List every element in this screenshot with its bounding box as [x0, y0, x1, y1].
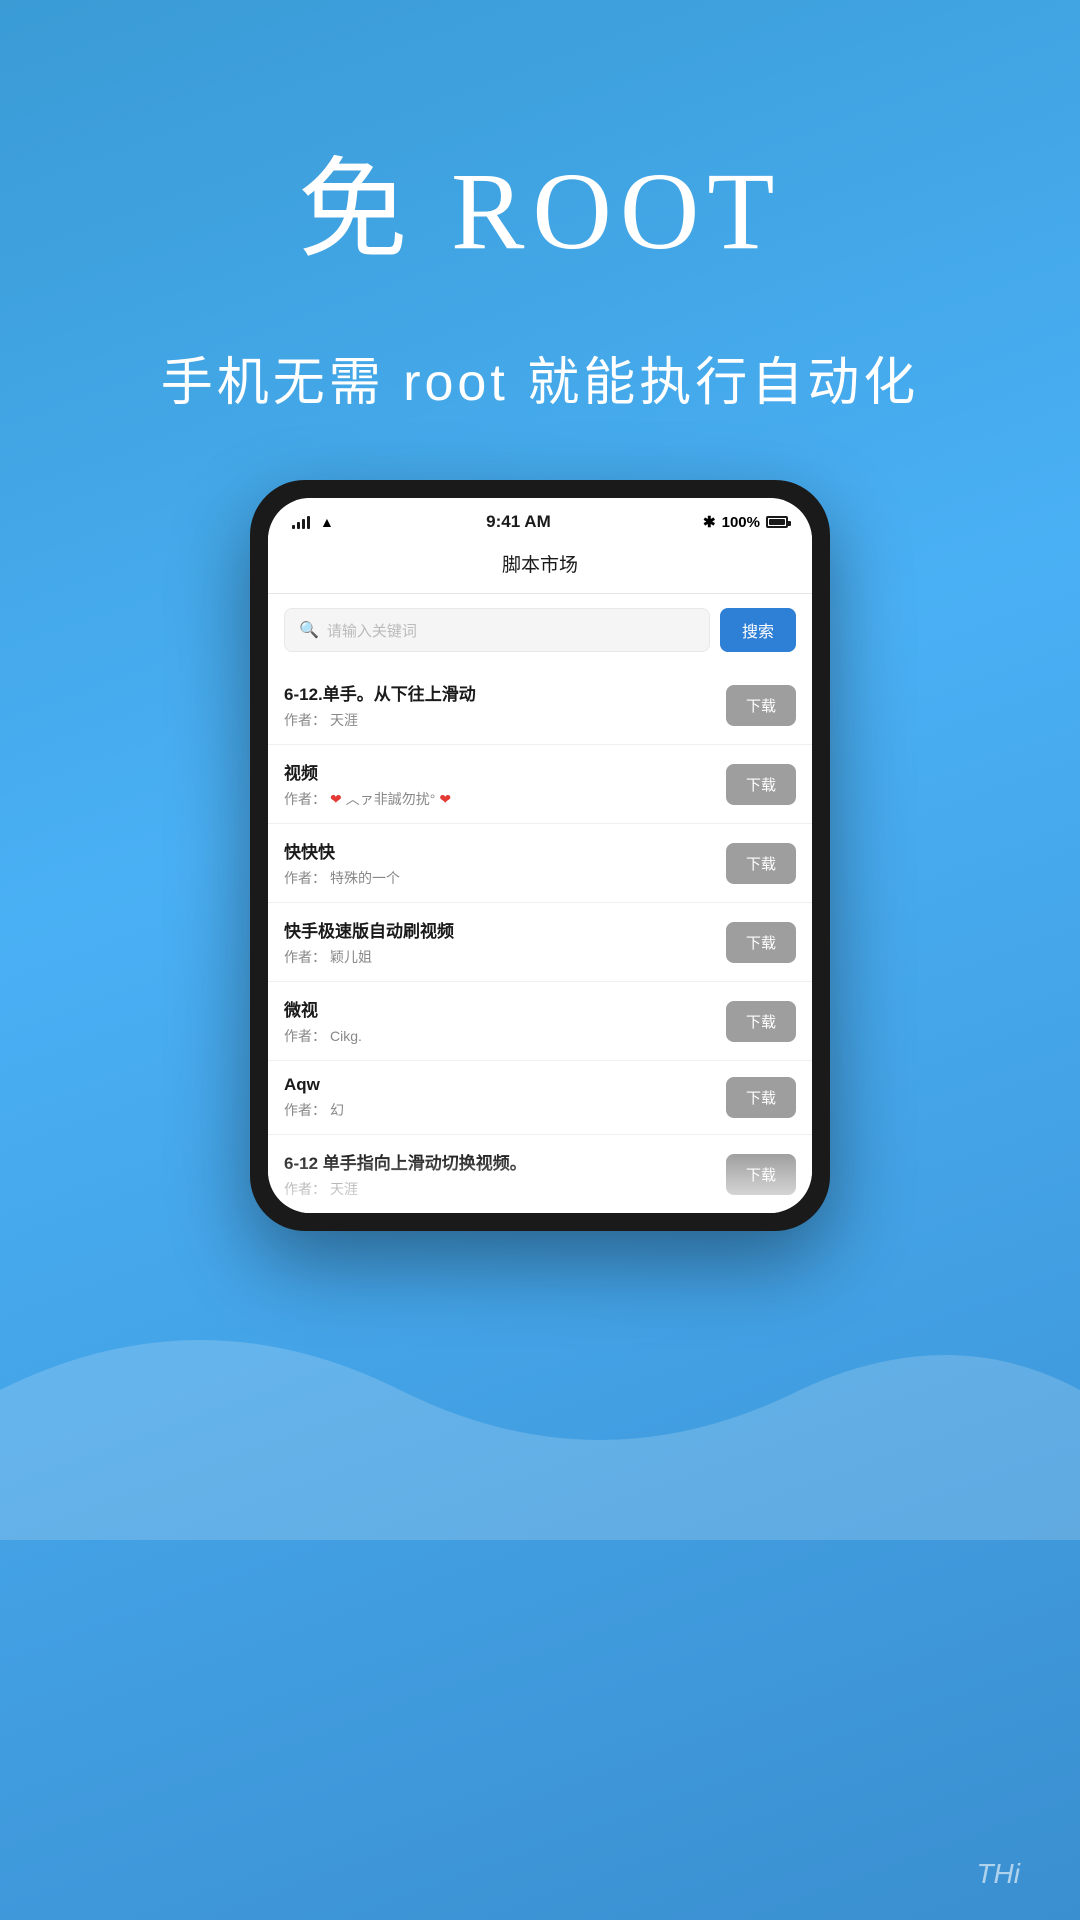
- list-item-content: 快手极速版自动刷视频 作者： 颖儿姐: [284, 917, 726, 967]
- bottom-label: THi: [976, 1858, 1020, 1890]
- nav-title: 脚本市场: [502, 555, 578, 576]
- hero-section: 免 ROOT 手机无需 root 就能执行自动化: [0, 0, 1080, 415]
- search-button[interactable]: 搜索: [720, 608, 796, 652]
- list-item-content: 快快快 作者： 特殊的一个: [284, 838, 726, 888]
- list-item: 快手极速版自动刷视频 作者： 颖儿姐 下载: [268, 903, 812, 982]
- list-item-title: 快手极速版自动刷视频: [284, 917, 726, 942]
- status-bar: ▲ 9:41 AM ✱ 100%: [268, 498, 812, 540]
- nav-bar: 脚本市场: [268, 540, 812, 594]
- status-time: 9:41 AM: [486, 512, 551, 532]
- search-input-wrapper[interactable]: 🔍 请输入关键词: [284, 608, 710, 652]
- list-item-author: 作者： 天涯: [284, 710, 726, 730]
- status-right: ✱ 100%: [703, 513, 788, 531]
- list-item-title: 微视: [284, 996, 726, 1021]
- hero-title: 免 ROOT: [0, 120, 1080, 280]
- list-item-content: 视频 作者： ❤ ︿ァ非誠勿扰° ❤: [284, 759, 726, 809]
- list-item: 快快快 作者： 特殊的一个 下载: [268, 824, 812, 903]
- list-item-author: 作者： 颖儿姐: [284, 947, 726, 967]
- list-item: Aqw 作者： 幻 下载: [268, 1061, 812, 1135]
- bottom-fade: [268, 1153, 812, 1213]
- list-item: 视频 作者： ❤ ︿ァ非誠勿扰° ❤ 下载: [268, 745, 812, 824]
- wifi-icon: ▲: [320, 514, 334, 530]
- heart-icon-2: ❤: [439, 791, 451, 808]
- list-item-author: 作者： 特殊的一个: [284, 868, 726, 888]
- list-item: 6-12.单手。从下往上滑动 作者： 天涯 下载: [268, 666, 812, 745]
- download-button[interactable]: 下载: [726, 685, 796, 726]
- list-item: 微视 作者： Cikg. 下载: [268, 982, 812, 1061]
- search-icon: 🔍: [299, 620, 319, 640]
- search-section: 🔍 请输入关键词 搜索: [268, 594, 812, 666]
- list-item-title: 6-12.单手。从下往上滑动: [284, 680, 726, 705]
- list-item-content: 微视 作者： Cikg.: [284, 996, 726, 1046]
- phone-container: ▲ 9:41 AM ✱ 100% 脚本市场 🔍: [250, 480, 830, 1231]
- battery-icon: [766, 516, 788, 528]
- list-item-author: 作者： Cikg.: [284, 1026, 726, 1046]
- heart-icon: ❤: [330, 791, 342, 808]
- download-button[interactable]: 下载: [726, 764, 796, 805]
- phone-screen: ▲ 9:41 AM ✱ 100% 脚本市场 🔍: [268, 498, 812, 1213]
- phone-frame: ▲ 9:41 AM ✱ 100% 脚本市场 🔍: [250, 480, 830, 1231]
- hero-subtitle: 手机无需 root 就能执行自动化: [0, 340, 1080, 415]
- list-item-content: 6-12.单手。从下往上滑动 作者： 天涯: [284, 680, 726, 730]
- list-item-title: 视频: [284, 759, 726, 784]
- list-item-author: 作者： ❤ ︿ァ非誠勿扰° ❤: [284, 789, 726, 809]
- list-item-content: Aqw 作者： 幻: [284, 1075, 726, 1120]
- list-item-title: Aqw: [284, 1075, 726, 1095]
- download-button[interactable]: 下载: [726, 922, 796, 963]
- download-button[interactable]: 下载: [726, 1001, 796, 1042]
- list-container: 6-12.单手。从下往上滑动 作者： 天涯 下载 视频 作者： ❤: [268, 666, 812, 1213]
- bg-wave-decoration: [0, 1240, 1080, 1540]
- signal-icon: [292, 515, 310, 529]
- download-button[interactable]: 下载: [726, 1077, 796, 1118]
- battery-percent: 100%: [722, 514, 760, 531]
- search-placeholder: 请输入关键词: [327, 620, 417, 641]
- list-item-author: 作者： 幻: [284, 1100, 726, 1120]
- status-left: ▲: [292, 514, 334, 530]
- bluetooth-icon: ✱: [703, 513, 716, 531]
- list-item-title: 快快快: [284, 838, 726, 863]
- download-button[interactable]: 下载: [726, 843, 796, 884]
